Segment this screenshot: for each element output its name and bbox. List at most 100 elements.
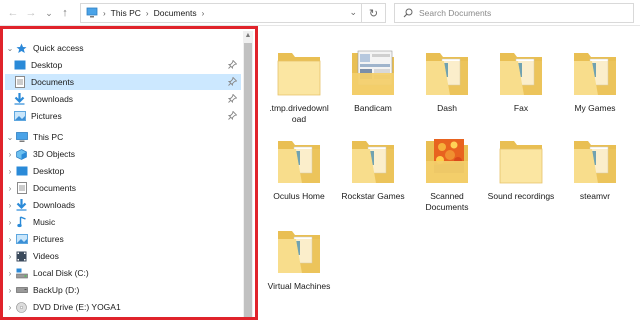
folder-icon: [352, 141, 394, 183]
breadcrumb-separator[interactable]: ›: [146, 9, 149, 18]
sidebar-item-label: Documents: [31, 77, 74, 87]
desktop-icon: [15, 165, 28, 177]
expand-chevron-icon[interactable]: ›: [5, 150, 15, 159]
sidebar-item-label: BackUp (D:): [33, 285, 80, 295]
sidebar-item-downloads[interactable]: › Downloads: [5, 197, 241, 213]
address-toolbar: ← → ⌄ ↑ › This PC › Documents › ⌄ ↻: [0, 0, 640, 26]
folder-name: Fax: [513, 103, 529, 113]
up-button[interactable]: ↑: [58, 5, 72, 21]
search-box[interactable]: [394, 3, 634, 23]
expand-chevron-icon[interactable]: ›: [5, 218, 15, 227]
folder-scanned-documents[interactable]: Scanned Documents: [410, 123, 484, 215]
expand-chevron-icon[interactable]: ›: [5, 252, 15, 261]
sidebar-item-this-pc[interactable]: ⌄ This PC: [5, 129, 241, 145]
scrollbar-thumb[interactable]: [244, 43, 252, 317]
this-pc-icon: [15, 131, 28, 143]
this-pc-icon: [86, 7, 98, 18]
folder-steamvr[interactable]: steamvr: [558, 123, 632, 215]
sidebar-item-label: This PC: [33, 132, 64, 142]
folder-sound-recordings[interactable]: Sound recordings: [484, 123, 558, 215]
folder-fax[interactable]: Fax: [484, 35, 558, 127]
folder-tmp-drivedownload[interactable]: .tmp.drivedownl oad: [262, 35, 336, 127]
breadcrumb-this-pc[interactable]: This PC: [111, 8, 141, 18]
expand-chevron-icon[interactable]: ›: [5, 201, 15, 210]
sidebar-item-videos[interactable]: › Videos: [5, 248, 241, 264]
folder-rockstar-games[interactable]: Rockstar Games: [336, 123, 410, 215]
dvd-drive-icon: [15, 301, 28, 313]
sidebar-item-quick-access[interactable]: ⌄ Quick access: [5, 40, 241, 56]
refresh-button[interactable]: ↻: [362, 3, 386, 23]
folder-name: .tmp.drivedownl oad: [269, 103, 329, 124]
nav-scrollbar[interactable]: ▲: [243, 31, 253, 317]
expand-chevron-icon[interactable]: ›: [5, 184, 15, 193]
expand-chevron-icon[interactable]: ›: [5, 303, 15, 312]
collapse-chevron-icon[interactable]: ⌄: [5, 133, 15, 142]
sidebar-item-label: Downloads: [31, 94, 74, 104]
folder-bandicam[interactable]: Bandicam: [336, 35, 410, 127]
drive-icon: [15, 284, 28, 296]
sidebar-item-quick-downloads[interactable]: Downloads: [5, 91, 241, 107]
back-arrow-icon: ←: [7, 7, 19, 19]
sidebar-item-quick-documents[interactable]: Documents: [5, 74, 241, 90]
sidebar-item-local-disk[interactable]: › Local Disk (C:): [5, 265, 241, 281]
folder-name: Scanned Documents: [425, 191, 469, 212]
folder-dash[interactable]: Dash: [410, 35, 484, 127]
folder-name: Bandicam: [354, 103, 392, 113]
sidebar-item-dvd-drive[interactable]: › DVD Drive (E:) YOGA1: [5, 299, 241, 315]
folder-oculus-home[interactable]: Oculus Home: [262, 123, 336, 215]
address-bar[interactable]: › This PC › Documents › ⌄: [80, 3, 362, 23]
pictures-icon: [15, 233, 28, 245]
folder-icon: [574, 53, 616, 95]
sidebar-item-backup-drive[interactable]: › BackUp (D:): [5, 282, 241, 298]
folder-icon: [426, 139, 468, 183]
pin-icon[interactable]: [228, 111, 237, 120]
search-input[interactable]: [419, 8, 619, 18]
address-dropdown-icon[interactable]: ⌄: [349, 7, 357, 18]
sidebar-item-label: Desktop: [31, 60, 63, 70]
sidebar-item-quick-pictures[interactable]: Pictures: [5, 108, 241, 124]
collapse-chevron-icon[interactable]: ⌄: [5, 44, 15, 53]
expand-chevron-icon[interactable]: ›: [5, 167, 15, 176]
sidebar-item-pictures[interactable]: › Pictures: [5, 231, 241, 247]
folder-virtual-machines[interactable]: Virtual Machines: [262, 213, 336, 305]
desktop-icon: [13, 59, 26, 71]
folder-name: Dash: [437, 103, 457, 113]
sidebar-item-label: DVD Drive (E:) YOGA1: [33, 302, 121, 312]
expand-chevron-icon[interactable]: ›: [5, 269, 15, 278]
3d-objects-icon: [15, 148, 28, 160]
folder-icon: [426, 53, 468, 95]
folder-icon: [499, 141, 543, 184]
breadcrumb-documents[interactable]: Documents: [154, 8, 197, 18]
sidebar-item-3d-objects[interactable]: › 3D Objects: [5, 146, 241, 162]
sidebar-item-label: Music: [33, 217, 56, 227]
pin-icon[interactable]: [228, 94, 237, 103]
folder-name: Oculus Home: [273, 191, 325, 201]
pin-icon[interactable]: [228, 77, 237, 86]
search-icon: [403, 8, 413, 18]
folder-icon: [277, 53, 321, 96]
back-button[interactable]: ←: [6, 5, 20, 21]
downloads-icon: [15, 199, 28, 211]
folder-icon: [278, 141, 320, 183]
folder-my-games[interactable]: My Games: [558, 35, 632, 127]
music-icon: [15, 216, 28, 228]
scroll-up-icon[interactable]: ▲: [243, 31, 253, 41]
pin-icon[interactable]: [228, 60, 237, 69]
expand-chevron-icon[interactable]: ›: [5, 286, 15, 295]
sidebar-item-label: Pictures: [33, 234, 64, 244]
breadcrumb-separator[interactable]: ›: [202, 9, 205, 18]
sidebar-item-documents[interactable]: › Documents: [5, 180, 241, 196]
videos-icon: [15, 250, 28, 262]
documents-icon: [15, 182, 28, 194]
expand-chevron-icon[interactable]: ›: [5, 235, 15, 244]
sidebar-item-quick-desktop[interactable]: Desktop: [5, 57, 241, 73]
star-icon: [15, 42, 28, 54]
downloads-icon: [13, 93, 26, 105]
forward-button[interactable]: →: [24, 5, 38, 21]
sidebar-item-label: Documents: [33, 183, 76, 193]
documents-icon: [13, 76, 26, 88]
sidebar-item-music[interactable]: › Music: [5, 214, 241, 230]
sidebar-item-desktop[interactable]: › Desktop: [5, 163, 241, 179]
up-arrow-icon: ↑: [62, 7, 68, 19]
recent-locations-button[interactable]: ⌄: [42, 5, 56, 21]
